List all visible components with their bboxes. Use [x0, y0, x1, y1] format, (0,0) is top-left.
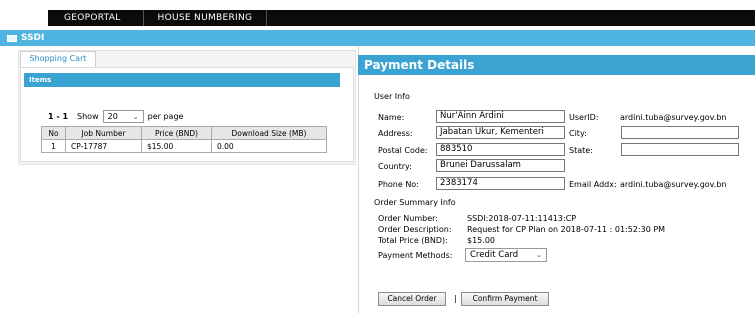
payment-method-select[interactable]: Credit Card ⌄: [465, 248, 547, 262]
nav-item-geoportal[interactable]: GEOPORTAL: [48, 10, 144, 26]
per-page-value: 20: [107, 112, 118, 121]
total-price-value: $15.00: [467, 236, 495, 245]
window-icon: [7, 34, 17, 42]
column-header-job-number: Job Number: [65, 126, 142, 140]
country-label: Country:: [378, 162, 412, 171]
cell-price: $15.00: [141, 139, 212, 153]
cart-table: No Job Number Price (BND) Download Size …: [41, 126, 327, 153]
userid-value: ardini.tuba@survey.gov.bn: [620, 113, 727, 122]
cell-job-number: CP-17787: [65, 139, 142, 153]
app-title-bar: SSDI: [0, 30, 755, 46]
table-row[interactable]: 1 CP-17787 $15.00 0.00: [41, 139, 327, 153]
page-range: 1 - 1: [48, 112, 69, 121]
name-label: Name:: [378, 113, 405, 122]
column-header-no: No: [41, 126, 66, 140]
city-field[interactable]: [621, 126, 739, 139]
postal-code-field[interactable]: 883510: [436, 143, 565, 156]
address-label: Address:: [378, 129, 413, 138]
tab-shopping-cart[interactable]: Shopping Cart: [20, 51, 96, 67]
per-page-label: per page: [147, 112, 184, 121]
show-label: Show: [77, 112, 99, 121]
per-page-select[interactable]: 20 ⌄: [102, 110, 144, 123]
payment-method-value: Credit Card: [470, 250, 519, 260]
address-field[interactable]: Jabatan Ukur, Kementeri: [436, 126, 565, 139]
name-field[interactable]: Nur'Ainn Ardini: [436, 110, 565, 123]
cancel-order-button[interactable]: Cancel Order: [378, 292, 446, 306]
app-title: SSDI: [21, 33, 45, 43]
state-field[interactable]: [621, 143, 739, 156]
pagination: 1 - 1 Show 20 ⌄ per page: [48, 110, 183, 123]
order-description-label: Order Description:: [378, 225, 452, 234]
country-field[interactable]: Brunei Darussalam: [436, 159, 565, 172]
payment-methods-label: Payment Methods:: [378, 251, 453, 260]
column-header-download-size: Download Size (MB): [211, 126, 327, 140]
column-header-price: Price (BND): [141, 126, 212, 140]
order-number-label: Order Number:: [378, 214, 438, 223]
email-value: ardini.tuba@survey.gov.bn: [620, 180, 727, 189]
order-number-value: SSDI:2018-07-11:11413:CP: [467, 214, 577, 223]
user-info-label: User Info: [374, 92, 410, 101]
nav-item-house-numbering[interactable]: HOUSE NUMBERING: [144, 10, 268, 26]
phone-field[interactable]: 2383174: [436, 177, 565, 190]
payment-details-title: Payment Details: [358, 55, 755, 75]
postal-code-label: Postal Code:: [378, 146, 428, 155]
total-price-label: Total Price (BND):: [378, 236, 448, 245]
confirm-payment-button[interactable]: Confirm Payment: [461, 292, 549, 306]
order-description-value: Request for CP Plan on 2018-07-11 : 01:5…: [467, 225, 666, 234]
button-separator: |: [454, 294, 457, 303]
chevron-down-icon: ⌄: [132, 112, 139, 121]
state-label: State:: [569, 146, 593, 155]
table-header-row: No Job Number Price (BND) Download Size …: [41, 126, 327, 140]
items-header: Items: [24, 73, 340, 87]
chevron-down-icon: ⌄: [536, 251, 542, 259]
userid-label: UserID:: [569, 113, 599, 122]
phone-label: Phone No:: [378, 180, 419, 189]
city-label: City:: [569, 129, 587, 138]
order-summary-label: Order Summary Info: [374, 198, 456, 207]
cell-download-size: 0.00: [211, 139, 327, 153]
email-label: Email Addx:: [569, 180, 617, 189]
cell-no: 1: [41, 139, 66, 153]
top-navigation-bar: GEOPORTAL HOUSE NUMBERING: [48, 10, 755, 26]
